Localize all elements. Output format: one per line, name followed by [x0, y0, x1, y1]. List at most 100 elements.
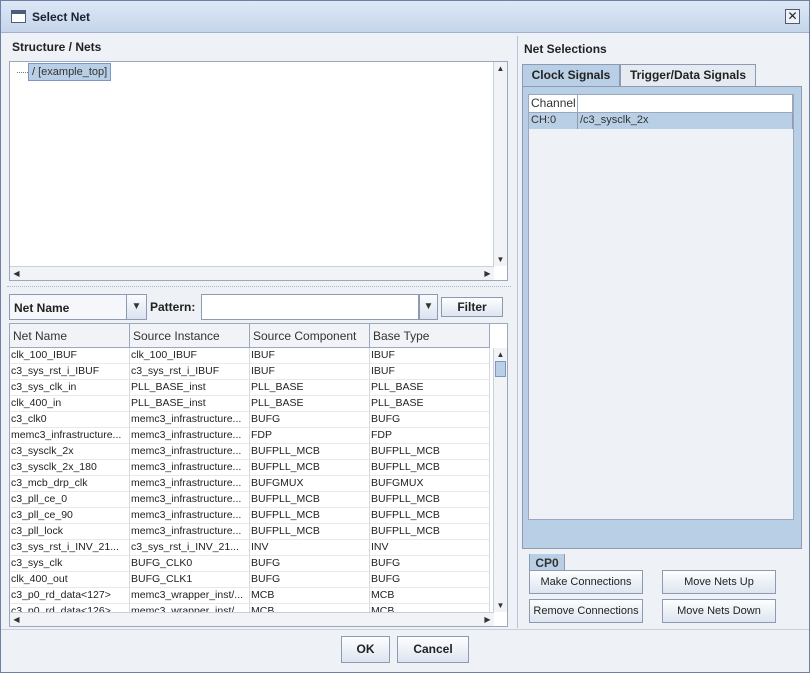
tree-vertical-scrollbar[interactable]: ▲ ▼	[493, 62, 507, 266]
table-row[interactable]: c3_sys_rst_i_IBUF c3_sys_rst_i_IBUF IBUF IB…	[10, 364, 490, 380]
table-row[interactable]: c3_sys_clk_in PLL_BASE_inst PLL_BASE PLL_BA…	[10, 380, 490, 396]
window-title: Select Net	[32, 10, 91, 24]
scroll-right-icon[interactable]: ▶	[481, 267, 494, 280]
source-component-cell: MCB	[250, 588, 370, 604]
structure-panel: Structure / Nets / [example_top] ▲ ▼ ◀ ▶…	[7, 36, 511, 628]
split-divider[interactable]	[7, 286, 511, 292]
pattern-input[interactable]	[201, 294, 419, 320]
scroll-down-icon[interactable]: ▼	[494, 253, 507, 266]
net-selections-label: Net Selections	[524, 42, 607, 56]
table-row[interactable]: c3_sysclk_2x memc3_infrastructure... BUFPL…	[10, 444, 490, 460]
tree-horizontal-scrollbar[interactable]: ◀ ▶	[10, 266, 494, 280]
table-row[interactable]: c3_pll_ce_0 memc3_infrastructure... BUFPLL…	[10, 492, 490, 508]
column-header-net-name[interactable]: Net Name	[10, 324, 130, 348]
net-name-cell: c3_sys_rst_i_IBUF	[10, 364, 130, 380]
net-name-cell: clk_400_out	[10, 572, 130, 588]
cancel-button[interactable]: Cancel	[397, 636, 469, 663]
table-horizontal-scrollbar[interactable]: ◀ ▶	[10, 612, 494, 626]
source-instance-cell: clk_100_IBUF	[130, 348, 250, 364]
base-type-cell: BUFPLL_MCB	[370, 508, 490, 524]
source-component-cell: PLL_BASE	[250, 380, 370, 396]
source-instance-cell: BUFG_CLK1	[130, 572, 250, 588]
source-instance-cell: memc3_infrastructure...	[130, 460, 250, 476]
scroll-up-icon[interactable]: ▲	[494, 348, 507, 361]
table-row[interactable]: memc3_infrastructure... memc3_infrastruct…	[10, 428, 490, 444]
column-header-base-type[interactable]: Base Type	[370, 324, 490, 348]
move-nets-down-button[interactable]: Move Nets Down	[662, 599, 776, 623]
remove-connections-button[interactable]: Remove Connections	[529, 599, 643, 623]
source-instance-cell: memc3_infrastructure...	[130, 476, 250, 492]
ok-button[interactable]: OK	[341, 636, 390, 663]
table-row[interactable]: c3_clk0 memc3_infrastructure... BUFG BUFG	[10, 412, 490, 428]
source-component-cell: BUFGMUX	[250, 476, 370, 492]
chevron-down-icon[interactable]: ▼	[419, 295, 437, 319]
base-type-cell: BUFPLL_MCB	[370, 524, 490, 540]
base-type-cell: BUFGMUX	[370, 476, 490, 492]
source-component-cell: INV	[250, 540, 370, 556]
net-name-cell: c3_sys_clk	[10, 556, 130, 572]
base-type-cell: BUFG	[370, 556, 490, 572]
net-name-cell: c3_clk0	[10, 412, 130, 428]
base-type-cell: BUFPLL_MCB	[370, 444, 490, 460]
make-connections-button[interactable]: Make Connections	[529, 570, 643, 594]
table-row[interactable]: c3_sys_rst_i_INV_21... c3_sys_rst_i_INV_2…	[10, 540, 490, 556]
table-row[interactable]: c3_sysclk_2x_180 memc3_infrastructure... B…	[10, 460, 490, 476]
tree-root-node[interactable]: / [example_top]	[28, 63, 112, 81]
table-row[interactable]: clk_400_in PLL_BASE_inst PLL_BASE PLL_BASE	[10, 396, 490, 412]
tab-trigger-data-signals[interactable]: Trigger/Data Signals	[620, 64, 756, 86]
move-nets-up-button[interactable]: Move Nets Up	[662, 570, 776, 594]
scroll-up-icon[interactable]: ▲	[494, 62, 507, 75]
source-component-cell: PLL_BASE	[250, 396, 370, 412]
table-row[interactable]: clk_400_out BUFG_CLK1 BUFG BUFG	[10, 572, 490, 588]
channel-net-cell[interactable]: /c3_sysclk_2x	[578, 113, 793, 129]
column-header-channel[interactable]: Channel	[529, 95, 578, 113]
column-header-source-component[interactable]: Source Component	[250, 324, 370, 348]
net-table-header: Net Name Source Instance Source Componen…	[10, 324, 490, 348]
scroll-down-icon[interactable]: ▼	[494, 599, 507, 612]
base-type-cell: IBUF	[370, 348, 490, 364]
table-row[interactable]: clk_100_IBUF clk_100_IBUF IBUF IBUF	[10, 348, 490, 364]
net-name-cell: c3_pll_lock	[10, 524, 130, 540]
table-row[interactable]: c3_mcb_drp_clk memc3_infrastructure... BUF…	[10, 476, 490, 492]
signal-tabs: Clock Signals Trigger/Data Signals Chann…	[522, 64, 802, 574]
close-icon[interactable]: ✕	[785, 9, 800, 24]
window-icon	[11, 10, 26, 23]
scroll-right-icon[interactable]: ▶	[481, 613, 494, 626]
column-header-net[interactable]	[578, 95, 793, 113]
net-name-cell: memc3_infrastructure...	[10, 428, 130, 444]
structure-label: Structure / Nets	[12, 40, 102, 54]
base-type-cell: BUFG	[370, 572, 490, 588]
tab-clock-signals[interactable]: Clock Signals	[522, 64, 620, 86]
table-row[interactable]: c3_sys_clk BUFG_CLK0 BUFG BUFG	[10, 556, 490, 572]
pattern-label: Pattern:	[150, 300, 196, 314]
base-type-cell: INV	[370, 540, 490, 556]
column-header-source-instance[interactable]: Source Instance	[130, 324, 250, 348]
scroll-left-icon[interactable]: ◀	[10, 267, 23, 280]
source-component-cell: BUFG	[250, 572, 370, 588]
source-instance-cell: memc3_infrastructure...	[130, 412, 250, 428]
channel-table: Channel CH:0 /c3_sysclk_2x	[528, 94, 794, 520]
title-bar: Select Net ✕	[1, 1, 809, 33]
net-name-cell: clk_400_in	[10, 396, 130, 412]
column-select[interactable]: Net Name ▼	[9, 294, 147, 320]
source-instance-cell: BUFG_CLK0	[130, 556, 250, 572]
table-row[interactable]: c3_p0_rd_data<127> memc3_wrapper_inst/...…	[10, 588, 490, 604]
source-component-cell: FDP	[250, 428, 370, 444]
source-instance-cell: memc3_infrastructure...	[130, 508, 250, 524]
chevron-down-icon[interactable]: ▼	[126, 295, 146, 319]
pattern-history-dropdown[interactable]: ▼	[418, 294, 438, 320]
scroll-thumb[interactable]	[495, 361, 506, 377]
table-vertical-scrollbar[interactable]: ▲ ▼	[493, 348, 507, 612]
source-component-cell: BUFPLL_MCB	[250, 492, 370, 508]
filter-button[interactable]: Filter	[441, 297, 503, 317]
source-instance-cell: c3_sys_rst_i_INV_21...	[130, 540, 250, 556]
table-row[interactable]: c3_pll_lock memc3_infrastructure... BUFPLL…	[10, 524, 490, 540]
net-name-cell: clk_100_IBUF	[10, 348, 130, 364]
table-row[interactable]: c3_pll_ce_90 memc3_infrastructure... BUFPL…	[10, 508, 490, 524]
source-component-cell: BUFPLL_MCB	[250, 508, 370, 524]
source-component-cell: BUFPLL_MCB	[250, 460, 370, 476]
channel-cell[interactable]: CH:0	[529, 113, 578, 129]
net-name-cell: c3_mcb_drp_clk	[10, 476, 130, 492]
scroll-left-icon[interactable]: ◀	[10, 613, 23, 626]
source-instance-cell: memc3_infrastructure...	[130, 524, 250, 540]
